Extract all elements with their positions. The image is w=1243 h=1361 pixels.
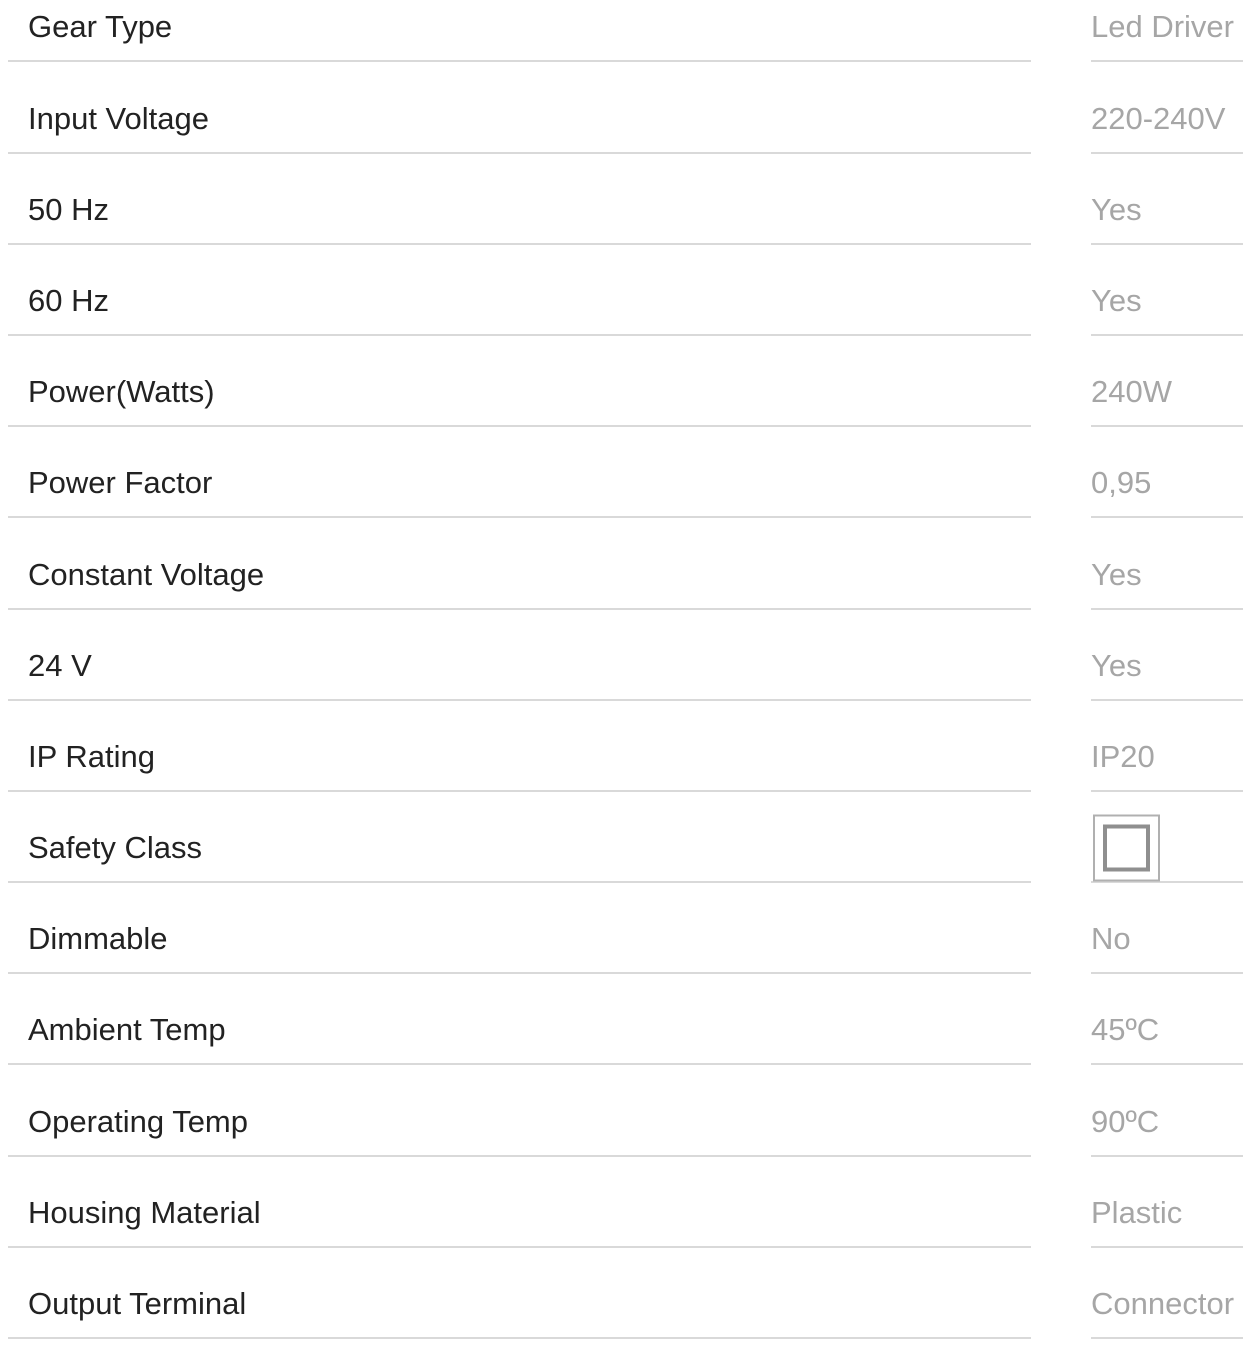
spec-table: Gear Type Led Driver Input Voltage 220-2… [0, 0, 1243, 1339]
spec-label: IP Rating [28, 738, 155, 774]
spec-row-dimmable: Dimmable No [0, 905, 1243, 996]
spec-label-cell: Output Terminal [8, 1270, 1031, 1339]
spec-row-housing-material: Housing Material Plastic [0, 1179, 1243, 1270]
spec-row-operating-temp: Operating Temp 90ºC [0, 1088, 1243, 1179]
spec-value: Yes [1091, 556, 1142, 592]
spec-row-24v: 24 V Yes [0, 632, 1243, 723]
spec-row-gear-type: Gear Type Led Driver [0, 0, 1243, 84]
spec-value-cell: Plastic [1091, 1179, 1243, 1248]
spec-label: Operating Temp [28, 1103, 248, 1139]
spec-value: 90ºC [1091, 1103, 1160, 1139]
spec-value-cell: Yes [1091, 267, 1243, 336]
spec-label-cell: Operating Temp [8, 1088, 1031, 1157]
spec-value: Yes [1091, 191, 1142, 227]
spec-label-cell: Housing Material [8, 1179, 1031, 1248]
spec-value: Led Driver [1091, 8, 1234, 44]
spec-row-output-terminal: Output Terminal Connector [0, 1270, 1243, 1361]
spec-value: No [1091, 920, 1131, 956]
spec-row-power-factor: Power Factor 0,95 [0, 449, 1243, 540]
spec-label-cell: IP Rating [8, 723, 1031, 792]
spec-row-power-watts: Power(Watts) 240W [0, 358, 1243, 449]
spec-value: Yes [1091, 282, 1142, 318]
spec-label-cell: Safety Class [8, 814, 1031, 883]
spec-label-cell: Dimmable [8, 905, 1031, 974]
spec-label: 24 V [28, 647, 92, 683]
spec-value-cell: 45ºC [1091, 996, 1243, 1065]
spec-value-cell: IP20 [1091, 723, 1243, 792]
spec-label: Safety Class [28, 829, 203, 865]
spec-label: Input Voltage [28, 100, 209, 136]
spec-label-cell: Constant Voltage [8, 541, 1031, 610]
spec-label: 50 Hz [28, 191, 109, 227]
spec-value-cell: 220-240V [1091, 85, 1243, 154]
spec-value: 0,95 [1091, 464, 1152, 500]
spec-label: Power(Watts) [28, 373, 215, 409]
spec-row-constant-voltage: Constant Voltage Yes [0, 541, 1243, 632]
spec-label-cell: 60 Hz [8, 267, 1031, 336]
spec-label: 60 Hz [28, 282, 109, 318]
spec-value: Yes [1091, 647, 1142, 683]
spec-value: 45ºC [1091, 1011, 1160, 1047]
spec-row-input-voltage: Input Voltage 220-240V [0, 85, 1243, 176]
spec-row-60hz: 60 Hz Yes [0, 267, 1243, 358]
spec-value-cell: Yes [1091, 176, 1243, 245]
spec-label-cell: Power(Watts) [8, 358, 1031, 427]
spec-value: Plastic [1091, 1194, 1183, 1230]
class-ii-double-square-icon [1093, 814, 1160, 881]
spec-value: IP20 [1091, 738, 1155, 774]
spec-label: Constant Voltage [28, 556, 265, 592]
spec-value-cell: Yes [1091, 632, 1243, 701]
spec-label-cell: Gear Type [8, 0, 1031, 62]
spec-value: 220-240V [1091, 100, 1226, 136]
spec-label-cell: Power Factor [8, 449, 1031, 518]
spec-label: Gear Type [28, 8, 173, 44]
spec-value-cell [1091, 814, 1243, 883]
spec-label-cell: 50 Hz [8, 176, 1031, 245]
spec-label: Output Terminal [28, 1285, 247, 1321]
spec-value-cell: No [1091, 905, 1243, 974]
spec-row-50hz: 50 Hz Yes [0, 176, 1243, 267]
spec-value-cell: 0,95 [1091, 449, 1243, 518]
spec-label-cell: Input Voltage [8, 85, 1031, 154]
spec-value: Connector [1091, 1285, 1235, 1321]
spec-value-cell: 240W [1091, 358, 1243, 427]
spec-value-cell: Connector [1091, 1270, 1243, 1339]
spec-label: Housing Material [28, 1194, 261, 1230]
spec-row-ip-rating: IP Rating IP20 [0, 723, 1243, 814]
spec-value: 240W [1091, 373, 1172, 409]
spec-label-cell: Ambient Temp [8, 996, 1031, 1065]
spec-label: Power Factor [28, 464, 213, 500]
spec-row-safety-class: Safety Class [0, 814, 1243, 905]
spec-value-cell: 90ºC [1091, 1088, 1243, 1157]
spec-row-ambient-temp: Ambient Temp 45ºC [0, 996, 1243, 1087]
spec-value-cell: Led Driver [1091, 0, 1243, 62]
spec-label-cell: 24 V [8, 632, 1031, 701]
spec-label: Dimmable [28, 920, 168, 956]
spec-value-cell: Yes [1091, 541, 1243, 610]
spec-label: Ambient Temp [28, 1011, 226, 1047]
